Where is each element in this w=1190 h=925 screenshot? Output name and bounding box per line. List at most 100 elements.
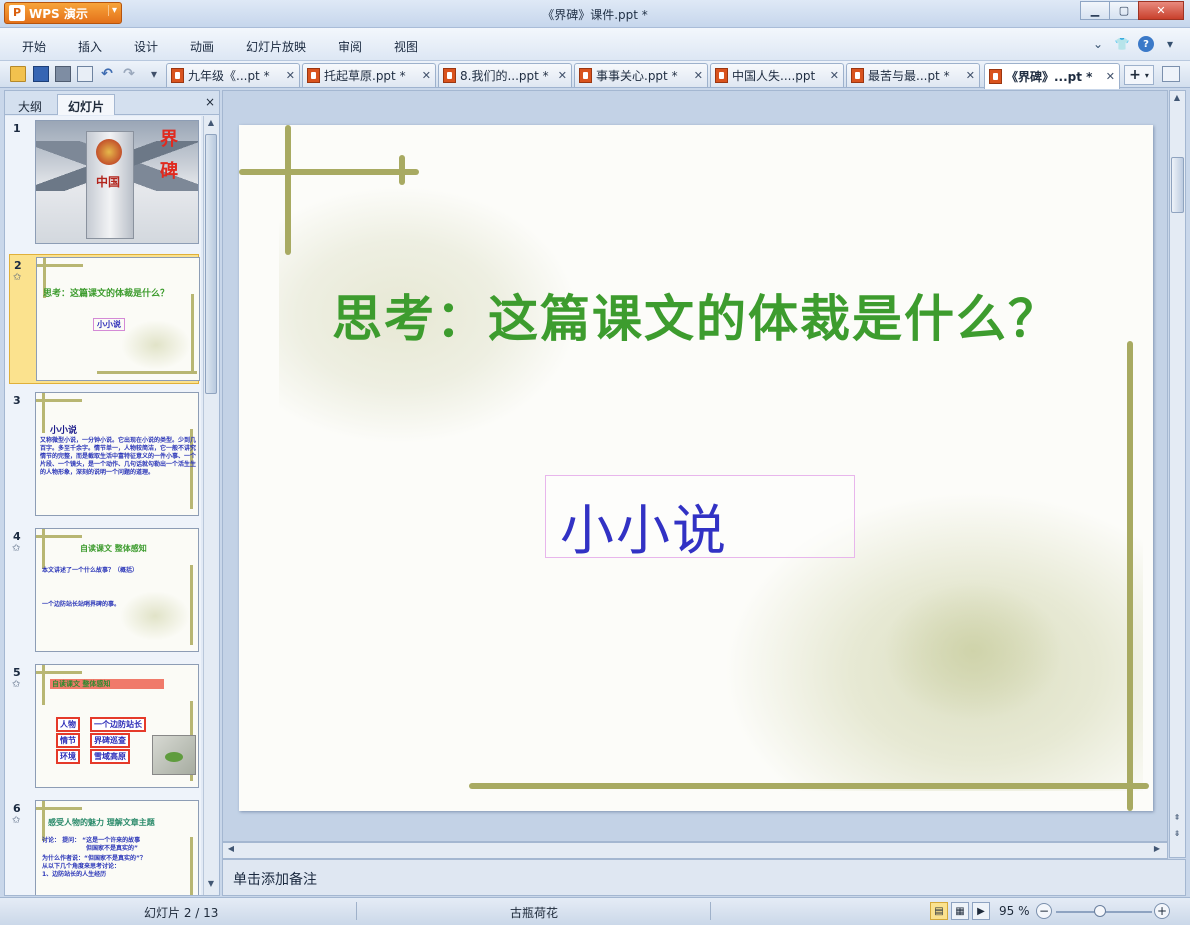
help-icon[interactable]: ? <box>1138 36 1154 52</box>
slide-thumbnail-6[interactable]: 6 ✩ 感受人物的魅力 理解文章主题 讨论： 提问： “这是一个许来的故事 但国… <box>9 798 199 895</box>
tab-doc-1[interactable]: 九年级《...pt * ✕ <box>166 63 300 87</box>
tab-outline[interactable]: 大纲 <box>7 94 53 115</box>
slide-thumbnail-1[interactable]: 1 中国 界 碑 <box>9 118 199 248</box>
tab-label: 托起草原.ppt * <box>324 69 406 83</box>
tab-doc-6[interactable]: 最苦与最...pt * ✕ <box>846 63 980 87</box>
status-bar: 幻灯片 2 / 13 古瓶荷花 ▤ ▦ ▶ 95 % − + <box>0 897 1190 925</box>
vertical-scrollbar[interactable]: ▲ ⇞ ⇟ <box>1169 90 1186 858</box>
slide-thumbnail-5[interactable]: 5 ✩ 自读课文 整体感知 人物 情节 环境 一个边防站长 界碑巡查 雪域高原 <box>9 662 199 792</box>
thumbnail-list: 1 中国 界 碑 2 ✩ 思考：这篇课文的体裁是什么？ 小小说 3 小小说 又称… <box>5 116 201 895</box>
menu-slideshow[interactable]: 幻灯片放映 <box>246 38 306 55</box>
vine-decoration <box>1127 341 1133 811</box>
scroll-up-icon[interactable]: ▲ <box>1171 93 1183 107</box>
thumb-title: 小小说 <box>50 426 78 436</box>
menu-bar: 开始 插入 设计 动画 幻灯片放映 审阅 视图 ⌄ 👕 ? ▾ <box>0 28 1190 61</box>
ppt-file-icon <box>307 68 320 83</box>
menu-review[interactable]: 审阅 <box>338 38 362 55</box>
menu-view[interactable]: 视图 <box>394 38 418 55</box>
tab-close-icon[interactable]: ✕ <box>694 69 703 82</box>
thumbnail-image: 小小说 又称微型小说，一分钟小说。它出现在小说的类型。少到几百字。多至千余字。情… <box>35 392 199 516</box>
scroll-down-icon[interactable]: ⇟ <box>1171 829 1183 843</box>
scroll-up-icon[interactable]: ⇞ <box>1171 813 1183 827</box>
zoom-level[interactable]: 95 % <box>999 904 1030 918</box>
ppt-file-icon <box>989 69 1002 84</box>
skin-icon[interactable]: 👕 <box>1114 36 1130 52</box>
scroll-up-icon[interactable]: ▲ <box>205 118 217 132</box>
scroll-left-icon[interactable]: ◀ <box>225 844 237 858</box>
vine-decoration <box>399 155 405 185</box>
thumb-line: 1、边防站长的人生经历 <box>42 871 107 878</box>
notes-pane[interactable]: 单击添加备注 <box>222 859 1186 896</box>
tab-doc-3[interactable]: 8.我们的...ppt * ✕ <box>438 63 572 87</box>
slide-title[interactable]: 思考：这篇课文的体裁是什么？ <box>239 279 1153 351</box>
slide-thumbnail-3[interactable]: 3 小小说 又称微型小说，一分钟小说。它出现在小说的类型。少到几百字。多至千余字… <box>9 390 199 520</box>
scrollbar-thumb[interactable] <box>1171 157 1184 213</box>
tab-doc-active[interactable]: 《界碑》...pt * ✕ <box>984 63 1120 89</box>
tab-slides[interactable]: 幻灯片 <box>57 94 116 115</box>
scrollbar-thumb[interactable] <box>205 134 217 394</box>
menu-animation[interactable]: 动画 <box>190 38 214 55</box>
status-divider <box>356 902 357 920</box>
tab-doc-4[interactable]: 事事关心.ppt * ✕ <box>574 63 708 87</box>
window-controls: ▁ ▢ ✕ <box>1080 1 1184 20</box>
tab-close-icon[interactable]: ✕ <box>966 69 975 82</box>
maximize-icon: ▢ <box>1118 4 1130 17</box>
normal-view-icon[interactable]: ▤ <box>930 902 948 920</box>
slide-thumbnail-2[interactable]: 2 ✩ 思考：这篇课文的体裁是什么？ 小小说 <box>9 254 200 384</box>
tab-close-icon[interactable]: ✕ <box>286 69 295 82</box>
animation-star-icon: ✩ <box>12 679 21 690</box>
undo-icon[interactable]: ↶ <box>99 66 115 82</box>
minimize-button[interactable]: ▁ <box>1080 1 1110 20</box>
new-tab-button[interactable]: + ▾ <box>1124 65 1154 85</box>
panel-close-icon[interactable]: × <box>205 95 215 109</box>
theme-name[interactable]: 古瓶荷花 <box>510 904 558 921</box>
tab-close-icon[interactable]: ✕ <box>1106 70 1115 83</box>
tab-close-icon[interactable]: ✕ <box>558 69 567 82</box>
save-icon[interactable] <box>33 66 49 82</box>
thumbnail-scrollbar[interactable]: ▲ ▼ <box>203 116 217 895</box>
panel-tabs: 大纲 幻灯片 × <box>5 91 219 115</box>
maximize-button[interactable]: ▢ <box>1109 1 1139 20</box>
zoom-slider-handle[interactable] <box>1094 905 1106 917</box>
slide-number: 6 <box>13 802 21 815</box>
print-icon[interactable] <box>55 66 71 82</box>
close-button[interactable]: ✕ <box>1138 1 1184 20</box>
menu-insert[interactable]: 插入 <box>78 38 102 55</box>
print-preview-icon[interactable] <box>77 66 93 82</box>
slideshow-view-icon[interactable]: ▶ <box>972 902 990 920</box>
chevron-down-icon[interactable]: ▾ <box>1162 36 1178 52</box>
ppt-file-icon <box>579 68 592 83</box>
zoom-out-icon[interactable]: − <box>1036 903 1052 919</box>
chevron-down-icon[interactable]: ⌄ <box>1090 36 1106 52</box>
slide-thumbnail-4[interactable]: 4 ✩ 自读课文 整体感知 本文讲述了一个什么故事？（概括） 一个边防站长站哨界… <box>9 526 199 656</box>
status-divider <box>710 902 711 920</box>
vine-decoration <box>42 801 45 841</box>
redo-icon[interactable]: ↷ <box>121 66 137 82</box>
menu-home[interactable]: 开始 <box>22 38 46 55</box>
thumb-line: 为什么作者说：“但国家不是真实的”？ <box>42 855 146 862</box>
customize-toolbar-icon[interactable]: ▾ <box>146 66 162 82</box>
slide-textbox[interactable]: 小小说 <box>545 475 855 562</box>
slide-number: 3 <box>13 394 21 407</box>
tab-close-icon[interactable]: ✕ <box>830 69 839 82</box>
tab-close-icon[interactable]: ✕ <box>422 69 431 82</box>
window-list-icon[interactable] <box>1162 66 1180 82</box>
horizontal-scrollbar[interactable]: ◀ ▶ <box>222 842 1168 859</box>
current-slide[interactable]: 思考：这篇课文的体裁是什么？ 小小说 <box>239 125 1153 811</box>
slide-number: 4 <box>13 530 21 543</box>
vine-decoration <box>239 169 419 175</box>
scroll-down-icon[interactable]: ▼ <box>205 879 217 893</box>
title-bar: P WPS 演示 ▾ 《界碑》课件.ppt * ▁ ▢ ✕ <box>0 0 1190 28</box>
tab-doc-2[interactable]: 托起草原.ppt * ✕ <box>302 63 436 87</box>
thumb-line: 从以下几个角度来思考讨论： <box>42 863 121 870</box>
zoom-in-icon[interactable]: + <box>1154 903 1170 919</box>
chevron-down-icon: ▾ <box>1144 70 1149 80</box>
slide-number: 1 <box>13 122 21 135</box>
slide-sorter-view-icon[interactable]: ▦ <box>951 902 969 920</box>
tab-doc-5[interactable]: 中国人失....ppt ✕ <box>710 63 844 87</box>
open-folder-icon[interactable] <box>10 66 26 82</box>
thumb-label: 环境 <box>56 749 80 764</box>
tab-label: 九年级《...pt * <box>188 69 270 83</box>
scroll-right-icon[interactable]: ▶ <box>1151 844 1163 858</box>
menu-design[interactable]: 设计 <box>134 38 158 55</box>
